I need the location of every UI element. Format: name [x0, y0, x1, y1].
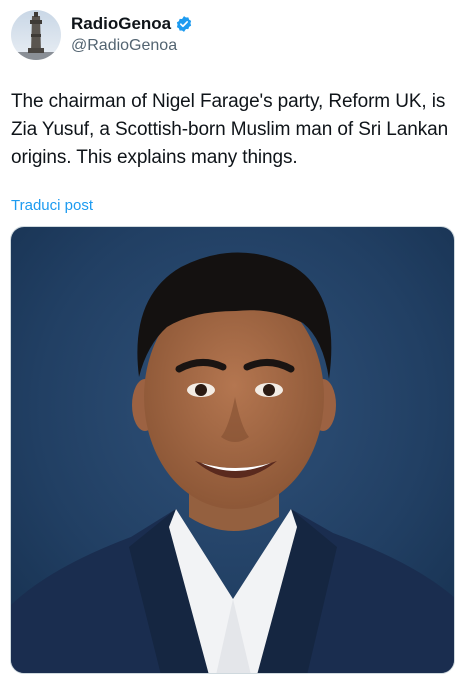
lighthouse-tower-avatar-icon [11, 10, 61, 60]
post-card: RadioGenoa @RadioGenoa The chairman of N… [0, 0, 465, 680]
author-display-name[interactable]: RadioGenoa [71, 14, 171, 34]
portrait-photo-icon [11, 227, 454, 673]
author-info: RadioGenoa @RadioGenoa [71, 14, 193, 56]
avatar[interactable] [11, 10, 61, 60]
verified-badge-icon[interactable] [175, 15, 193, 33]
post-image[interactable] [10, 226, 455, 674]
author-name-row: RadioGenoa [71, 14, 193, 34]
post-header: RadioGenoa @RadioGenoa [11, 9, 193, 61]
translate-post-link[interactable]: Traduci post [11, 196, 93, 216]
author-handle[interactable]: @RadioGenoa [71, 36, 193, 56]
post-text: The chairman of Nigel Farage's party, Re… [11, 91, 449, 168]
